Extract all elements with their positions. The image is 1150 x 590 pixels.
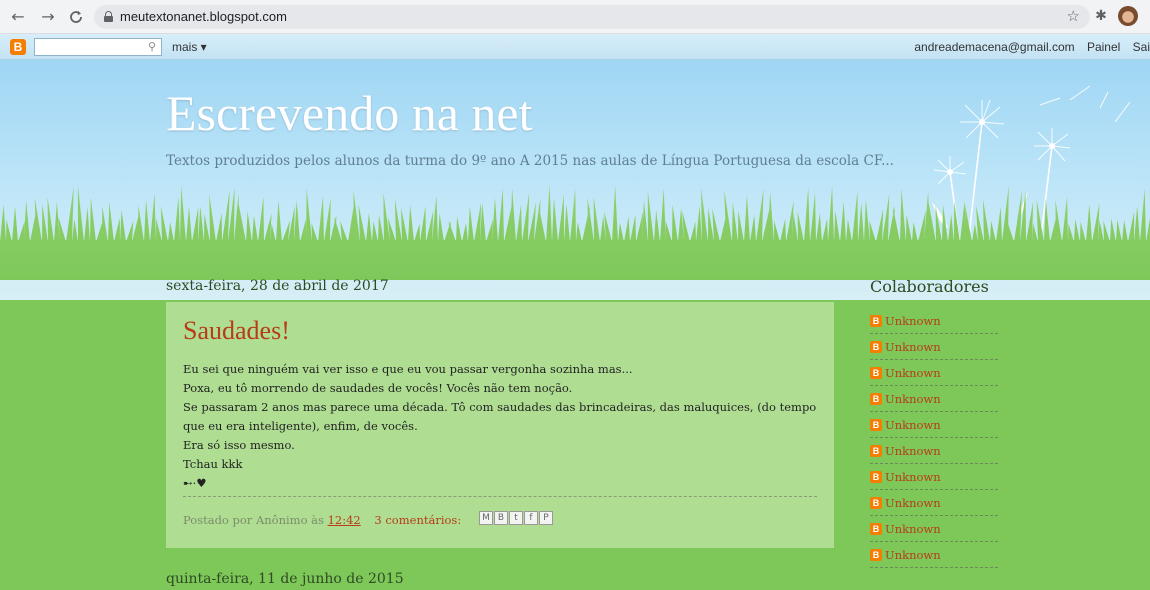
profile-avatar[interactable]	[1118, 6, 1138, 26]
forward-arrow-icon[interactable]: →	[38, 7, 58, 27]
posted-by-label: Postado por Anônimo às	[183, 513, 324, 527]
post-date-header: quinta-feira, 11 de junho de 2015	[166, 571, 404, 587]
reload-icon[interactable]	[66, 7, 86, 27]
post-line: Tchau kkk	[183, 457, 243, 471]
contributor-item[interactable]: B Unknown	[870, 412, 998, 438]
post-line: Eu sei que ninguém vai ver isso e que eu…	[183, 362, 633, 376]
share-buttons: M B t f P	[479, 511, 554, 525]
blogger-profile-icon: B	[870, 496, 882, 509]
browser-toolbar: ← → meutextonanet.blogspot.com ☆ ✱	[0, 0, 1150, 34]
post-title[interactable]: Saudades!	[183, 316, 290, 346]
blogger-profile-icon: B	[870, 444, 882, 457]
lock-icon	[104, 11, 113, 22]
contributor-link[interactable]: Unknown	[885, 340, 941, 354]
account-links: andreademacena@gmail.com Painel Sai	[914, 40, 1150, 54]
post-body: Eu sei que ninguém vai ver isso e que eu…	[183, 360, 823, 493]
contributor-item[interactable]: B Unknown	[870, 490, 998, 516]
blog-title[interactable]: Escrevendo na net	[166, 84, 533, 142]
post-card: Saudades! Eu sei que ninguém vai ver iss…	[166, 302, 834, 548]
url-text: meutextonanet.blogspot.com	[120, 9, 287, 24]
search-icon[interactable]: ⚲	[148, 40, 156, 53]
contributor-link[interactable]: Unknown	[885, 392, 941, 406]
facebook-share-icon[interactable]: f	[524, 511, 538, 525]
blogger-profile-icon: B	[870, 522, 882, 535]
address-bar[interactable]: meutextonanet.blogspot.com ☆	[94, 5, 1090, 29]
blog-description: Textos produzidos pelos alunos da turma …	[166, 153, 894, 169]
contributor-item[interactable]: B Unknown	[870, 334, 998, 360]
panel-link[interactable]: Painel	[1087, 40, 1120, 54]
blogger-profile-icon: B	[870, 314, 882, 327]
bookmark-star-icon[interactable]: ☆	[1067, 7, 1080, 25]
more-menu[interactable]: mais ▾	[172, 40, 207, 54]
blogger-profile-icon: B	[870, 418, 882, 431]
blogger-profile-icon: B	[870, 548, 882, 561]
contributor-item[interactable]: B Unknown	[870, 438, 998, 464]
exit-link[interactable]: Sai	[1133, 40, 1150, 54]
account-email[interactable]: andreademacena@gmail.com	[914, 40, 1074, 54]
post-footer: Postado por Anônimo às 12:42 3 comentári…	[183, 496, 817, 527]
contributor-link[interactable]: Unknown	[885, 366, 941, 380]
contributor-item[interactable]: B Unknown	[870, 542, 998, 568]
blogger-logo-icon[interactable]: B	[10, 39, 26, 55]
post-date-header: sexta-feira, 28 de abril de 2017	[166, 278, 389, 294]
contributor-link[interactable]: Unknown	[885, 522, 941, 536]
pinterest-share-icon[interactable]: P	[539, 511, 553, 525]
contributor-item[interactable]: B Unknown	[870, 516, 998, 542]
post-time-link[interactable]: 12:42	[328, 513, 361, 527]
contributor-link[interactable]: Unknown	[885, 444, 941, 458]
contributor-link[interactable]: Unknown	[885, 496, 941, 510]
contributor-item[interactable]: B Unknown	[870, 386, 998, 412]
contributor-item[interactable]: B Unknown	[870, 308, 998, 334]
contributor-item[interactable]: B Unknown	[870, 464, 998, 490]
post-meta: Postado por Anônimo às 12:42 3 comentári…	[183, 513, 461, 527]
post-line: Se passaram 2 anos mas parece uma década…	[183, 400, 817, 433]
navbar-search-input[interactable]: ⚲	[34, 38, 162, 56]
post-line: Era só isso mesmo.	[183, 438, 295, 452]
post-line: Poxa, eu tô morrendo de saudades de você…	[183, 381, 573, 395]
sidebar-title: Colaboradores	[870, 277, 989, 296]
blogger-profile-icon: B	[870, 392, 882, 405]
contributor-link[interactable]: Unknown	[885, 314, 941, 328]
contributor-item[interactable]: B Unknown	[870, 360, 998, 386]
back-arrow-icon[interactable]: ←	[8, 7, 28, 27]
contributor-link[interactable]: Unknown	[885, 418, 941, 432]
twitter-share-icon[interactable]: t	[509, 511, 523, 525]
blog-this-icon[interactable]: B	[494, 511, 508, 525]
comments-link[interactable]: 3 comentários:	[374, 513, 461, 527]
contributor-link[interactable]: Unknown	[885, 548, 941, 562]
blogger-navbar: B ⚲ mais ▾ andreademacena@gmail.com Pain…	[0, 34, 1150, 60]
email-share-icon[interactable]: M	[479, 511, 493, 525]
contributors-list: B Unknown B Unknown B Unknown B Unknown B Unknown…	[870, 308, 998, 568]
extensions-puzzle-icon[interactable]: ✱	[1092, 7, 1110, 25]
grass-illustration	[0, 185, 1150, 280]
post-line: ➸·♥	[183, 476, 207, 490]
contributor-link[interactable]: Unknown	[885, 470, 941, 484]
blogger-profile-icon: B	[870, 366, 882, 379]
blogger-profile-icon: B	[870, 470, 882, 483]
blogger-profile-icon: B	[870, 340, 882, 353]
